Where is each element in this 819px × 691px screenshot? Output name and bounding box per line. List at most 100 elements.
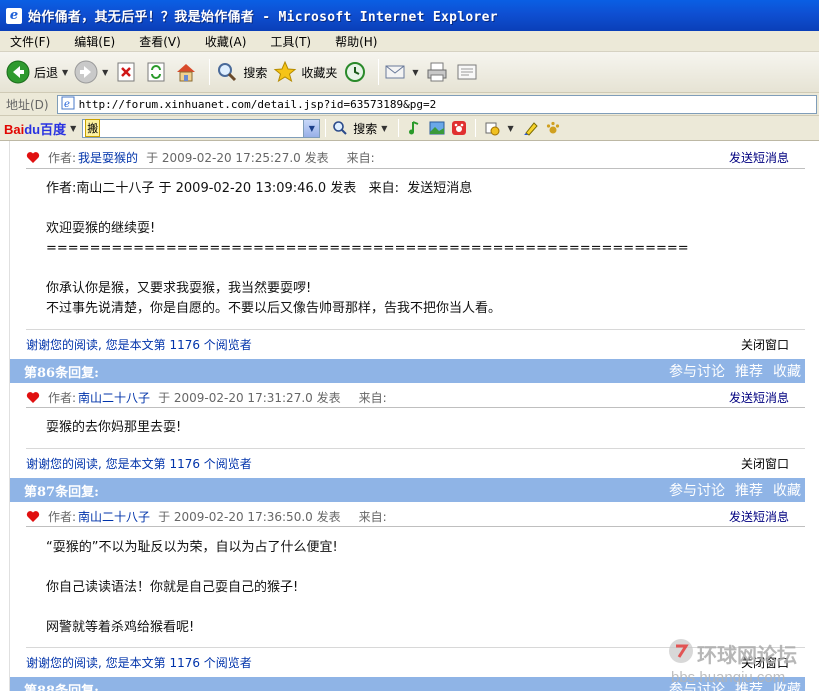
menu-favorites[interactable]: 收藏(A) bbox=[199, 33, 253, 50]
address-input[interactable]: e http://forum.xinhuanet.com/detail.jsp?… bbox=[56, 94, 817, 114]
mail-icon bbox=[384, 60, 408, 84]
image-icon[interactable] bbox=[426, 118, 448, 138]
menu-tools[interactable]: 工具(T) bbox=[264, 33, 317, 50]
favorites-button[interactable]: 收藏夹 bbox=[273, 56, 337, 88]
page-favicon-icon: e bbox=[61, 96, 75, 113]
discuss-link[interactable]: 参与讨论 bbox=[669, 679, 725, 691]
music-note-icon[interactable] bbox=[404, 118, 426, 138]
highlighter-icon[interactable] bbox=[520, 118, 542, 138]
meta-divider bbox=[26, 168, 805, 169]
reply-title: 第87条回复: bbox=[24, 484, 99, 500]
menu-help[interactable]: 帮助(H) bbox=[329, 33, 383, 50]
heart-icon bbox=[26, 151, 40, 164]
read-count-text: 谢谢您的阅读, 您是本文第 1176 个阅览者 bbox=[26, 457, 252, 471]
post-meta: 作者: 南山二十八子 于 2009-02-20 17:36:50.0 发表 来自… bbox=[26, 508, 789, 525]
heart-icon bbox=[26, 391, 40, 404]
block-popup-icon[interactable] bbox=[481, 118, 503, 138]
send-message-link[interactable]: 发送短消息 bbox=[729, 149, 789, 166]
block-popup-dropdown-icon[interactable]: ▼ bbox=[507, 124, 513, 133]
post-body: 作者:南山二十八子 于 2009-02-20 13:09:46.0 发表 来自:… bbox=[46, 181, 689, 316]
post-meta: 作者: 南山二十八子 于 2009-02-20 17:31:27.0 发表 来自… bbox=[26, 389, 789, 406]
heart-icon bbox=[26, 510, 40, 523]
title-bar: e 始作俑者，其无后乎！？我是始作俑者 - Microsoft Internet… bbox=[0, 0, 819, 31]
author-link[interactable]: 我是耍猴的 bbox=[78, 149, 138, 166]
baidu-search-input[interactable]: 搬 ▼ bbox=[82, 118, 321, 138]
history-icon bbox=[343, 60, 367, 84]
forward-dropdown-icon[interactable]: ▼ bbox=[102, 68, 108, 77]
author-label: 作者: bbox=[48, 151, 77, 165]
address-url: http://forum.xinhuanet.com/detail.jsp?id… bbox=[78, 97, 437, 111]
toolbar-separator bbox=[378, 59, 380, 85]
print-button[interactable] bbox=[425, 56, 449, 88]
send-message-link[interactable]: 发送短消息 bbox=[729, 389, 789, 406]
post-footer: 谢谢您的阅读, 您是本文第 1176 个阅览者 关闭窗口 bbox=[26, 455, 789, 472]
post-body: “耍猴的”不以为耻反以为荣，自以为占了什么便宜! 你自己读读语法！你就是自己耍自… bbox=[46, 540, 338, 635]
forward-arrow-icon bbox=[74, 60, 98, 84]
forward-button[interactable]: ▼ bbox=[74, 56, 108, 88]
favorites-label: 收藏夹 bbox=[301, 65, 338, 80]
menu-edit[interactable]: 编辑(E) bbox=[68, 33, 121, 50]
post-from: 来自: bbox=[358, 510, 387, 524]
mail-button[interactable]: ▼ bbox=[384, 56, 419, 88]
post-from: 来自: bbox=[346, 151, 375, 165]
home-icon bbox=[174, 60, 198, 84]
home-button[interactable] bbox=[174, 56, 198, 88]
standard-toolbar: 后退 ▼ ▼ 搜索 收藏夹 ▼ bbox=[0, 52, 819, 93]
baidu-search-button[interactable]: 搜索 ▼ bbox=[331, 117, 387, 139]
menu-view[interactable]: 查看(V) bbox=[133, 33, 187, 50]
ie-app-icon: e bbox=[6, 7, 22, 24]
recommend-link[interactable]: 推荐 bbox=[735, 361, 763, 381]
post-footer: 谢谢您的阅读, 您是本文第 1176 个阅览者 关闭窗口 bbox=[26, 654, 789, 671]
baidu-paw-icon[interactable] bbox=[448, 118, 470, 138]
reply-title: 第86条回复: bbox=[24, 365, 99, 381]
author-label: 作者: bbox=[48, 510, 77, 524]
refresh-icon bbox=[144, 60, 168, 84]
baidu-toolbar: Baidu百度 ▼ 搬 ▼ 搜索 ▼ ▼ bbox=[0, 116, 819, 141]
baidu-menu-dropdown-icon[interactable]: ▼ bbox=[70, 124, 76, 133]
author-link[interactable]: 南山二十八子 bbox=[78, 389, 150, 406]
author-link[interactable]: 南山二十八子 bbox=[78, 508, 150, 525]
collect-link[interactable]: 收藏 bbox=[773, 679, 801, 691]
back-button[interactable]: 后退 ▼ bbox=[6, 56, 68, 88]
collect-link[interactable]: 收藏 bbox=[773, 361, 801, 381]
search-icon bbox=[331, 119, 349, 137]
star-icon bbox=[273, 60, 297, 84]
post-time: 于 2009-02-20 17:31:27.0 发表 bbox=[158, 391, 341, 405]
recommend-link[interactable]: 推荐 bbox=[735, 480, 763, 500]
refresh-button[interactable] bbox=[144, 56, 168, 88]
menu-file[interactable]: 文件(F) bbox=[4, 33, 56, 50]
reply-header: 第87条回复: 参与讨论 推荐 收藏 bbox=[10, 478, 805, 502]
close-window-link[interactable]: 关闭窗口 bbox=[741, 336, 789, 353]
baidu-combo-dropdown-icon[interactable]: ▼ bbox=[303, 119, 320, 137]
close-window-link[interactable]: 关闭窗口 bbox=[741, 455, 789, 472]
edit-page-button[interactable] bbox=[455, 56, 479, 88]
post-time: 于 2009-02-20 17:25:27.0 发表 bbox=[146, 151, 329, 165]
search-label: 搜索 bbox=[243, 65, 268, 80]
search-button[interactable]: 搜索 bbox=[215, 56, 267, 88]
back-dropdown-icon[interactable]: ▼ bbox=[62, 68, 68, 77]
meta-divider bbox=[26, 407, 805, 408]
post-body: 耍猴的去你妈那里去耍! bbox=[46, 420, 182, 435]
discuss-link[interactable]: 参与讨论 bbox=[669, 361, 725, 381]
send-message-link[interactable]: 发送短消息 bbox=[729, 508, 789, 525]
reply-header: 第88条回复: 参与讨论 推荐 收藏 bbox=[10, 677, 805, 691]
toolbar-separator bbox=[325, 119, 327, 137]
baidu-input-tag: 搬 bbox=[85, 119, 101, 137]
paw-print-icon[interactable] bbox=[542, 118, 564, 138]
footer-divider bbox=[26, 448, 805, 449]
recommend-link[interactable]: 推荐 bbox=[735, 679, 763, 691]
baidu-search-label: 搜索 bbox=[353, 121, 378, 136]
read-count-text: 谢谢您的阅读, 您是本文第 1176 个阅览者 bbox=[26, 338, 252, 352]
baidu-logo[interactable]: Baidu百度 bbox=[4, 119, 66, 138]
discuss-link[interactable]: 参与讨论 bbox=[669, 480, 725, 500]
baidu-search-dropdown-icon[interactable]: ▼ bbox=[381, 124, 387, 133]
collect-link[interactable]: 收藏 bbox=[773, 480, 801, 500]
stop-button[interactable] bbox=[114, 56, 138, 88]
history-button[interactable] bbox=[343, 56, 367, 88]
post-time: 于 2009-02-20 17:36:50.0 发表 bbox=[158, 510, 341, 524]
read-count-text: 谢谢您的阅读, 您是本文第 1176 个阅览者 bbox=[26, 656, 252, 670]
footer-divider bbox=[26, 329, 805, 330]
close-window-link[interactable]: 关闭窗口 bbox=[741, 654, 789, 671]
mail-dropdown-icon[interactable]: ▼ bbox=[412, 68, 418, 77]
footer-divider bbox=[26, 647, 805, 648]
